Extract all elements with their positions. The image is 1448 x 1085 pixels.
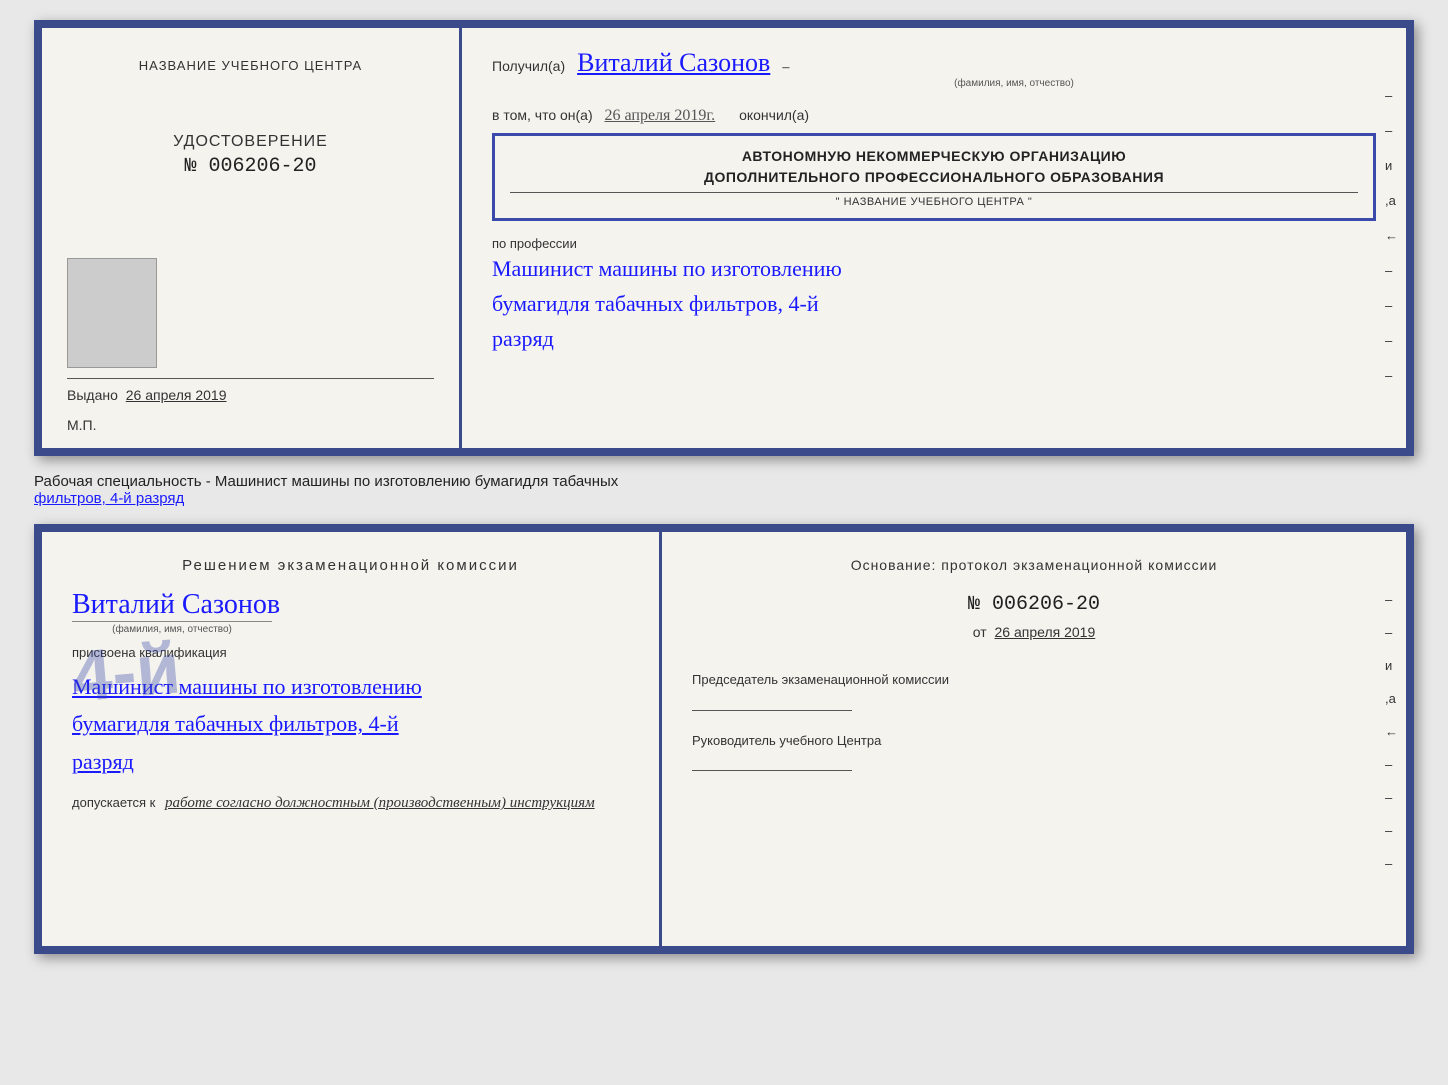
side-mark-3: и — [1385, 158, 1398, 173]
top-certificate: НАЗВАНИЕ УЧЕБНОГО ЦЕНТРА УДОСТОВЕРЕНИЕ №… — [34, 20, 1414, 456]
cert-right-panel: Получил(а) Виталий Сазонов – (фамилия, и… — [462, 28, 1406, 448]
side-mark-4: ,а — [1385, 193, 1398, 208]
bottom-person-name: Виталий Сазонов — [72, 589, 629, 621]
ot-date-value: 26 апреля 2019 — [995, 624, 1096, 640]
training-center-label: НАЗВАНИЕ УЧЕБНОГО ЦЕНТРА — [139, 58, 362, 73]
protocol-number: № 006206-20 — [692, 593, 1376, 616]
br-side-mark-5: ← — [1385, 724, 1398, 739]
side-mark-8: – — [1385, 333, 1398, 348]
side-mark-1: – — [1385, 88, 1398, 103]
rukovoditel-signature-line — [692, 770, 852, 771]
side-mark-2: – — [1385, 123, 1398, 138]
rukovoditel-section: Руководитель учебного Центра — [692, 731, 1376, 772]
date-handwritten: 26 апреля 2019г. — [605, 107, 716, 124]
udostoverenie-number: № 006206-20 — [173, 155, 328, 178]
poluchil-section: Получил(а) Виталий Сазонов – (фамилия, и… — [492, 48, 1376, 89]
stamp-block: АВТОНОМНУЮ НЕКОММЕРЧЕСКУЮ ОРГАНИЗАЦИЮ ДО… — [492, 133, 1376, 221]
photo-placeholder — [67, 258, 157, 368]
vtom-section: в том, что он(а) 26 апреля 2019г. окончи… — [492, 107, 1376, 125]
side-mark-9: – — [1385, 368, 1398, 383]
person-name-section: Виталий Сазонов (фамилия, имя, отчество) — [72, 589, 629, 635]
profession-line2: бумагидля табачных фильтров, 4-й — [492, 291, 819, 316]
vydano-label: Выдано — [67, 387, 118, 403]
resheniem-title: Решением экзаменационной комиссии — [72, 557, 629, 574]
vtom-prefix: в том, что он(а) — [492, 107, 593, 123]
dopuskaetsya-prefix: допускается к — [72, 795, 155, 810]
vydano-date: 26 апреля 2019 — [126, 387, 227, 403]
udostoverenie-block: УДОСТОВЕРЕНИЕ № 006206-20 — [173, 133, 328, 178]
profession-section: по профессии Машинист машины по изготовл… — [492, 236, 1376, 357]
predsedatel-signature-line — [692, 710, 852, 711]
osnovanie-label: Основание: протокол экзаменационной коми… — [692, 557, 1376, 573]
po-professii-label: по профессии — [492, 236, 1376, 251]
dopuskaetsya-text: работе согласно должностным (производств… — [165, 795, 595, 811]
recipient-name: Виталий Сазонов — [577, 48, 770, 77]
fio-label-top: (фамилия, имя, отчество) — [652, 78, 1376, 89]
dash-after-name: – — [782, 60, 789, 75]
br-side-mark-2: – — [1385, 625, 1398, 640]
okoncil-label: окончил(а) — [739, 107, 809, 123]
cert-left-panel: НАЗВАНИЕ УЧЕБНОГО ЦЕНТРА УДОСТОВЕРЕНИЕ №… — [42, 28, 462, 448]
dopuskaetsya-section: допускается к работе согласно должностны… — [72, 795, 629, 812]
side-mark-7: – — [1385, 298, 1398, 313]
br-side-mark-8: – — [1385, 823, 1398, 838]
mp-label: М.П. — [67, 417, 97, 433]
predsedatel-section: Председатель экзаменационной комиссии — [692, 670, 1376, 711]
qual-line3: разряд — [72, 743, 629, 780]
side-mark-5: ← — [1385, 228, 1398, 243]
stamp-line1: АВТОНОМНУЮ НЕКОММЕРЧЕСКУЮ ОРГАНИЗАЦИЮ — [510, 146, 1358, 167]
bottom-certificate: 4-й Решением экзаменационной комиссии Ви… — [34, 524, 1414, 954]
cert-bottom-left-panel: 4-й Решением экзаменационной комиссии Ви… — [42, 532, 662, 946]
br-side-mark-3: и — [1385, 658, 1398, 673]
poluchil-prefix: Получил(а) — [492, 58, 565, 74]
br-side-mark-4: ,а — [1385, 691, 1398, 706]
specialty-text-between: Рабочая специальность - Машинист машины … — [34, 468, 1414, 512]
udostoverenie-title: УДОСТОВЕРЕНИЕ — [173, 133, 328, 151]
br-side-mark-7: – — [1385, 790, 1398, 805]
profession-line1: Машинист машины по изготовлению — [492, 256, 842, 281]
side-marks-top: – – и ,а ← – – – – — [1385, 88, 1398, 383]
rukovoditel-title: Руководитель учебного Центра — [692, 731, 1376, 751]
ot-date: от 26 апреля 2019 — [692, 624, 1376, 640]
cert-bottom-right-panel: Основание: протокол экзаменационной коми… — [662, 532, 1406, 946]
profession-text: Машинист машины по изготовлению бумагидл… — [492, 251, 1376, 357]
ot-prefix: от — [973, 624, 987, 640]
stamp-line2: ДОПОЛНИТЕЛЬНОГО ПРОФЕССИОНАЛЬНОГО ОБРАЗО… — [510, 167, 1358, 188]
br-side-mark-9: – — [1385, 856, 1398, 871]
br-side-mark-6: – — [1385, 757, 1398, 772]
stamp-number-background: 4-й — [69, 627, 184, 718]
br-side-mark-1: – — [1385, 592, 1398, 607]
specialty-underline: фильтров, 4-й разряд — [34, 490, 184, 507]
profession-line3: разряд — [492, 326, 554, 351]
stamp-line3: " НАЗВАНИЕ УЧЕБНОГО ЦЕНТРА " — [510, 192, 1358, 208]
side-mark-6: – — [1385, 263, 1398, 278]
specialty-prefix: Рабочая специальность - Машинист машины … — [34, 473, 618, 490]
side-marks-bottom-right: – – и ,а ← – – – – — [1385, 592, 1398, 871]
vydano-line: Выдано 26 апреля 2019 — [67, 378, 434, 403]
predsedatel-title: Председатель экзаменационной комиссии — [692, 670, 1376, 690]
